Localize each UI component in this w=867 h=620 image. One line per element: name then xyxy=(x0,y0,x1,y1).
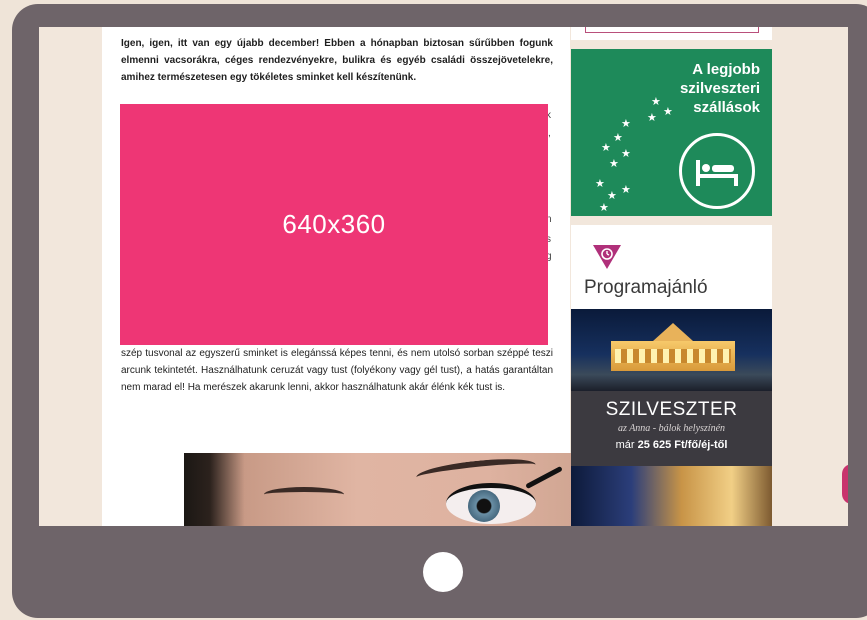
image-placeholder: 640x360 xyxy=(120,104,548,345)
banner-price-value: 25 625 Ft/fő/éj-től xyxy=(637,439,728,451)
star-icon: ★ xyxy=(607,190,617,202)
article-intro: Igen, igen, itt van egy újabb december! … xyxy=(121,38,553,83)
clock-icon xyxy=(591,243,623,271)
star-icon: ★ xyxy=(609,158,619,170)
star-icon: ★ xyxy=(601,142,611,154)
event-photo-2[interactable] xyxy=(571,466,772,526)
article-eye-photo xyxy=(184,453,617,526)
banner-subtitle: az Anna - bálok helyszínén xyxy=(617,423,726,434)
sidebar-top-box xyxy=(585,27,759,33)
event-photo[interactable] xyxy=(571,309,772,391)
banner-price-prefix: már xyxy=(615,439,635,451)
banner-title: SZILVESZTER xyxy=(605,399,738,420)
ad-line-2: szilveszteri xyxy=(679,80,760,97)
star-icon: ★ xyxy=(621,148,631,160)
tablet-screen: Igen, igen, itt van egy újabb december! … xyxy=(39,27,848,526)
star-icon: ★ xyxy=(651,96,661,108)
program-widget: Programajánló SZILVESZTER az Anna - bálo… xyxy=(571,225,772,526)
occluded-text-fragment: , xyxy=(548,128,551,139)
ad-line-1: A legjobb xyxy=(692,61,760,78)
star-icon: ★ xyxy=(647,112,657,124)
ad-line-3: szállások xyxy=(693,99,760,116)
star-icon: ★ xyxy=(621,118,631,130)
banner-price: már 25 625 Ft/fő/éj-től xyxy=(571,439,772,451)
star-icon: ★ xyxy=(621,184,631,196)
event-banner[interactable]: SZILVESZTER az Anna - bálok helyszínén m… xyxy=(571,391,772,466)
star-icon: ★ xyxy=(663,106,673,118)
star-icon: ★ xyxy=(613,132,623,144)
program-title: Programajánló xyxy=(584,277,708,298)
accommodation-ad[interactable]: A legjobb szilveszteri szállások ★ ★ ★ ★… xyxy=(571,49,772,216)
star-icon: ★ xyxy=(599,202,609,214)
article-body: szép tusvonal az egyszerű sminket is ele… xyxy=(121,348,553,393)
star-icon: ★ xyxy=(595,178,605,190)
home-button[interactable] xyxy=(423,552,463,592)
bed-icon xyxy=(679,133,755,209)
floating-button[interactable] xyxy=(842,464,848,504)
sidebar-top-widget xyxy=(571,27,772,40)
placeholder-label: 640x360 xyxy=(282,209,386,239)
